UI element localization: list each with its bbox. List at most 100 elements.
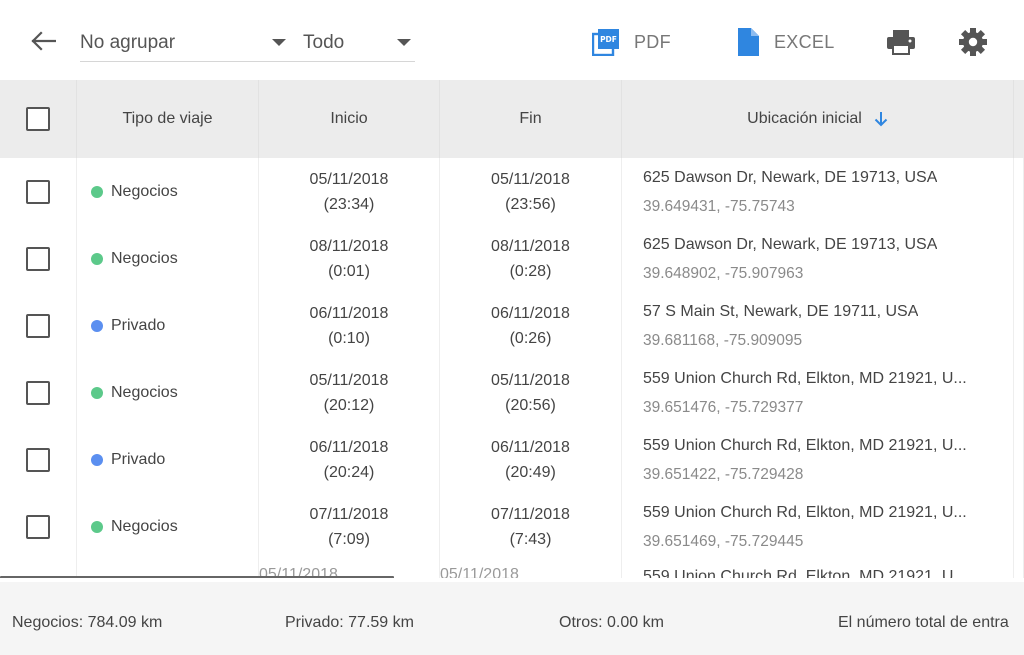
trip-type-dot: [91, 319, 103, 332]
back-button[interactable]: [28, 26, 58, 56]
header-start[interactable]: Inicio: [259, 80, 440, 158]
header-trip-type[interactable]: Tipo de viaje: [77, 80, 259, 158]
trip-type-cell: Negocios: [77, 158, 259, 225]
end-cell: 05/11/2018 (20:56): [440, 359, 622, 426]
file-icon: [738, 28, 759, 56]
table-row[interactable]: Negocios 05/11/2018 (20:12) 05/11/2018 (20:5…: [0, 359, 1024, 426]
header-start-location[interactable]: Ubicación inicial: [622, 80, 1014, 158]
end-date: 05/11/2018: [491, 371, 570, 389]
start-time: (0:01): [328, 262, 370, 280]
start-cell: 05/11/2018 (23:34): [259, 158, 440, 225]
total-entries: El número total de entra: [838, 614, 1009, 631]
start-coordinates: 39.651476, -75.729377: [643, 398, 804, 416]
table-row[interactable]: Privado 06/11/2018 (20:24) 06/11/2018 (20:49…: [0, 426, 1024, 493]
start-date: 08/11/2018: [309, 237, 389, 255]
extra-cell: [1014, 158, 1024, 225]
start-location-cell: 559 Union Church Rd, Elkton, MD 21921, U…: [622, 493, 1014, 560]
end-cell: 05/11/2018 (23:56): [440, 158, 622, 225]
trip-type-cell: Privado: [77, 426, 259, 493]
end-time: (23:56): [505, 195, 556, 213]
row-checkbox[interactable]: [26, 313, 50, 338]
other-total: Otros: 0.00 km: [559, 614, 664, 631]
table-body: Negocios 05/11/2018 (23:34) 05/11/2018 (23:5…: [0, 158, 1024, 578]
header-start-location-label: Ubicación inicial: [747, 110, 862, 127]
row-checkbox-cell: [0, 493, 77, 560]
start-time: (23:34): [323, 195, 375, 213]
print-button[interactable]: [886, 22, 916, 62]
export-excel-button[interactable]: EXCEL: [736, 22, 835, 62]
row-checkbox-cell: [0, 225, 77, 292]
start-coordinates: 39.648902, -75.907963: [643, 264, 804, 282]
start-time: (20:12): [323, 396, 375, 414]
filter-value: Todo: [303, 31, 345, 53]
extra-cell: [1014, 292, 1024, 359]
end-cell: 07/11/2018 (7:43): [440, 493, 622, 560]
row-checkbox[interactable]: [26, 246, 50, 271]
start-address: 57 S Main St, Newark, DE 19711, USA: [643, 302, 919, 320]
table-row[interactable]: Privado 06/11/2018 (0:10) 06/11/2018 (0:26) 5…: [0, 292, 1024, 359]
svg-text:PDF: PDF: [600, 35, 617, 44]
start-coordinates: 39.651422, -75.729428: [643, 465, 804, 483]
start-address: 559 Union Church Rd, Elkton, MD 21921, U…: [643, 503, 967, 521]
row-checkbox[interactable]: [26, 514, 50, 539]
start-address: 625 Dawson Dr, Newark, DE 19713, USA: [643, 168, 938, 186]
start-time: (0:10): [328, 329, 370, 347]
start-cell: 06/11/2018 (0:10): [259, 292, 440, 359]
start-date: 05/11/2018: [309, 170, 389, 188]
header-checkbox-cell: [0, 80, 77, 158]
trip-type-dot: [91, 453, 103, 466]
trip-type-dot: [91, 252, 103, 265]
filter-select[interactable]: Todo: [290, 24, 415, 62]
trip-type-label: Negocios: [111, 249, 178, 267]
end-date: 06/11/2018: [491, 304, 570, 322]
header-end[interactable]: Fin: [440, 80, 622, 158]
group-by-select[interactable]: No agrupar: [80, 24, 290, 62]
start-date: 06/11/2018: [309, 304, 389, 322]
gear-icon: [959, 28, 987, 56]
start-cell: 05/11/2018 (20:12): [259, 359, 440, 426]
start-location-cell: 559 Union Church Rd, Elkton, MD 21921, U…: [622, 359, 1014, 426]
trip-type-dot: [91, 386, 103, 399]
trip-type-cell: Privado: [77, 292, 259, 359]
table-row[interactable]: Negocios 08/11/2018 (0:01) 08/11/2018 (0:28)…: [0, 225, 1024, 292]
row-checkbox-cell: [0, 292, 77, 359]
header-extra: [1014, 80, 1024, 158]
select-all-checkbox[interactable]: [26, 107, 50, 131]
settings-button[interactable]: [958, 22, 988, 62]
arrow-left-icon: [31, 31, 56, 51]
end-date: 08/11/2018: [491, 237, 570, 255]
start-coordinates: 39.649431, -75.75743: [643, 197, 795, 215]
trip-type-label: Negocios: [111, 383, 178, 401]
horizontal-scrollbar[interactable]: [0, 576, 394, 578]
row-checkbox-cell: [0, 426, 77, 493]
export-pdf-button[interactable]: PDF PDF: [592, 22, 671, 62]
start-address: 559 Union Church Rd, Elkton, MD 21921, U…: [643, 369, 967, 387]
row-checkbox[interactable]: [26, 447, 50, 472]
end-time: (20:49): [505, 463, 556, 481]
extra-cell: [1014, 359, 1024, 426]
group-by-value: No agrupar: [80, 31, 176, 53]
start-location-cell: 625 Dawson Dr, Newark, DE 19713, USA 39.6…: [622, 158, 1014, 225]
end-date: 06/11/2018: [491, 438, 570, 456]
row-checkbox[interactable]: [26, 179, 50, 204]
extra-cell: [1014, 560, 1024, 578]
row-checkbox[interactable]: [26, 380, 50, 405]
row-checkbox-cell: [0, 359, 77, 426]
start-location-cell: 625 Dawson Dr, Newark, DE 19713, USA 39.6…: [622, 225, 1014, 292]
start-cell: 07/11/2018 (7:09): [259, 493, 440, 560]
row-checkbox-cell: [0, 158, 77, 225]
table-row[interactable]: Negocios 07/11/2018 (7:09) 07/11/2018 (7:43)…: [0, 493, 1024, 560]
trip-type-cell: Negocios: [77, 359, 259, 426]
extra-cell: [1014, 225, 1024, 292]
end-time: (0:28): [509, 262, 552, 280]
extra-cell: [1014, 426, 1024, 493]
start-date: 05/11/2018: [309, 371, 389, 389]
table-row[interactable]: Negocios 05/11/2018 (23:34) 05/11/2018 (23:5…: [0, 158, 1024, 225]
business-total: Negocios: 784.09 km: [12, 614, 163, 631]
toolbar: No agrupar Todo PDF PDF EXCEL: [0, 0, 1024, 80]
start-time: (7:09): [328, 530, 370, 548]
end-time: (20:56): [505, 396, 556, 414]
end-date: 05/11/2018: [491, 170, 570, 188]
end-cell: 05/11/2018: [440, 560, 622, 578]
trip-type-label: Negocios: [111, 517, 178, 535]
